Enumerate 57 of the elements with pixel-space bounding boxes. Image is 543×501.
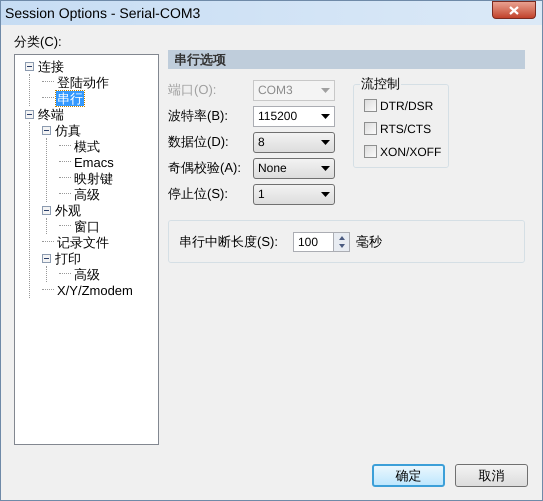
tree-item[interactable]: 终端 [37, 106, 65, 122]
dropdown-arrow-icon [321, 140, 330, 144]
dropdown-value: COM3 [258, 82, 293, 99]
field-label: 数据位(D): [168, 133, 230, 152]
collapse-icon[interactable] [42, 206, 51, 214]
field-label: 端口(O): [168, 81, 218, 100]
spin-value: 100 [298, 234, 318, 250]
tree-item[interactable]: 模式 [73, 138, 101, 154]
spin-box[interactable]: 100 [293, 232, 350, 252]
checkbox-label: RTS/CTS [380, 120, 432, 138]
tree-item[interactable]: X/Y/Zmodem [56, 282, 134, 298]
tree-item[interactable]: 打印 [54, 250, 82, 266]
tree-item[interactable]: 记录文件 [56, 234, 110, 250]
tree-item[interactable]: 外观 [54, 202, 82, 218]
checkbox[interactable] [364, 122, 377, 135]
dropdown-value: 1 [258, 186, 265, 203]
dropdown-arrow-icon [321, 88, 330, 92]
dropdown-arrow-icon [321, 192, 330, 196]
tree-item[interactable]: 映射键 [73, 170, 114, 186]
tree-item[interactable]: 高级 [73, 186, 101, 202]
section-title: 串行选项 [174, 50, 226, 69]
field-label: 奇偶校验(A): [168, 159, 242, 178]
tree-item[interactable]: 登陆动作 [56, 74, 110, 90]
tree-item[interactable]: 窗口 [73, 218, 101, 234]
dropdown-value: 115200 [258, 108, 298, 125]
collapse-icon[interactable] [42, 126, 51, 134]
checkbox[interactable] [364, 99, 377, 112]
dropdown-value: 8 [258, 134, 265, 151]
close-button[interactable] [492, 1, 536, 19]
field-label: 波特率(B): [168, 107, 229, 126]
category-label: 分类(C): [14, 34, 63, 51]
dropdown[interactable]: None [253, 158, 335, 178]
spin-up-icon[interactable] [333, 232, 349, 242]
dropdown[interactable]: 1 [253, 184, 335, 204]
tree-item[interactable]: Emacs [73, 154, 115, 170]
tree-item[interactable]: 连接 [37, 58, 65, 74]
dropdown-value: None [258, 160, 287, 177]
group-title: 流控制 [360, 76, 401, 91]
dropdown-arrow-icon [321, 166, 330, 170]
dropdown[interactable]: 115200 [253, 106, 335, 126]
collapse-icon[interactable] [25, 62, 34, 70]
collapse-icon[interactable] [42, 254, 51, 262]
collapse-icon[interactable] [25, 110, 34, 118]
close-icon [509, 6, 519, 14]
dropdown[interactable]: 8 [253, 132, 335, 152]
dialog-button[interactable]: 确定 [372, 464, 445, 487]
checkbox-label: XON/XOFF [380, 144, 442, 160]
dialog-button[interactable]: 取消 [455, 464, 528, 487]
field-label: 停止位(S): [168, 185, 229, 204]
unit-label: 毫秒 [356, 232, 382, 251]
checkbox-label: DTR/DSR [380, 98, 434, 114]
checkbox[interactable] [364, 145, 377, 158]
break-length-label: 串行中断长度(S): [179, 232, 279, 251]
tree-item[interactable]: 仿真 [54, 122, 82, 138]
dropdown-arrow-icon [321, 114, 330, 118]
window-title: Session Options - Serial-COM3 [5, 4, 202, 23]
tree-item[interactable]: 高级 [73, 266, 101, 282]
